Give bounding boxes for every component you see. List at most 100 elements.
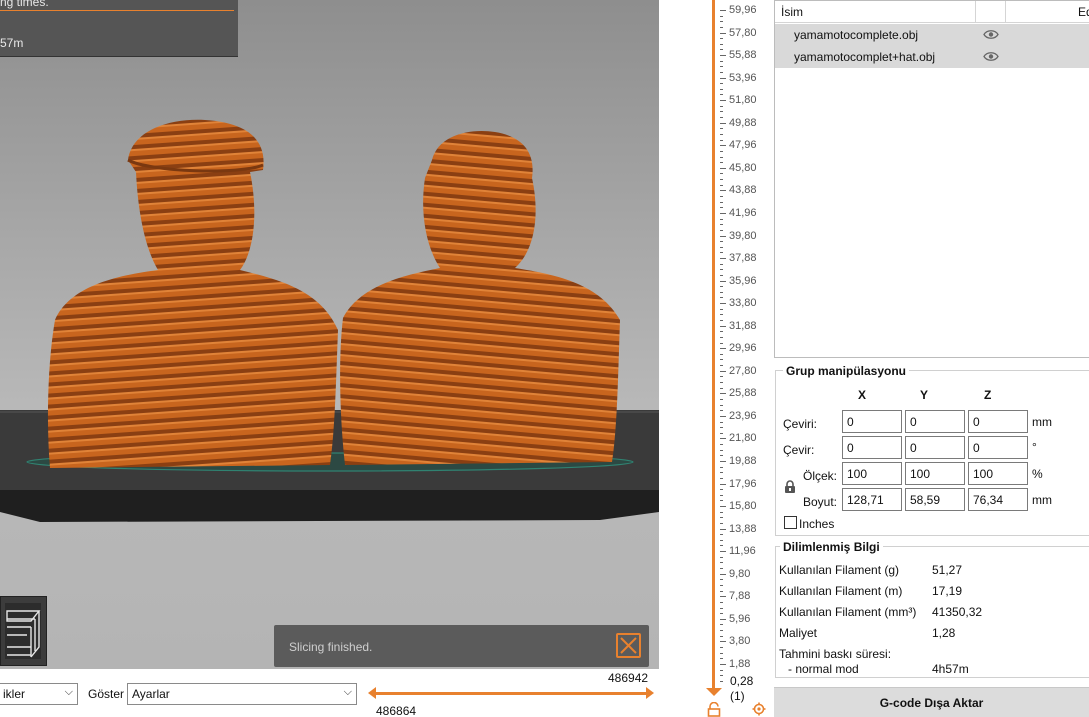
layer-tick-mark — [720, 551, 726, 553]
layer-tick-mark — [720, 167, 726, 169]
scale-y-input[interactable]: 100 — [905, 462, 965, 485]
object-row[interactable]: yamamotocomplet+hat.obj — [775, 46, 1089, 68]
layer-tick-label: 35,96 — [729, 274, 757, 287]
layer-minor-tick — [720, 500, 723, 502]
layer-tick-label: 59,96 — [729, 4, 757, 16]
rotate-label: Çevir: — [783, 443, 815, 457]
layer-tick-mark — [720, 348, 726, 350]
export-gcode-button[interactable]: G-code Dışa Aktar — [774, 687, 1089, 717]
layer-minor-tick — [720, 196, 723, 197]
layer-tick-mark — [720, 663, 726, 665]
layer-tick-mark — [720, 122, 726, 124]
print-bed-scene[interactable] — [0, 0, 659, 669]
layer-minor-tick — [720, 128, 723, 130]
column-name-header[interactable]: İsim — [781, 5, 803, 19]
filament-mm3-value: 41350,32 — [932, 605, 983, 619]
cog-icon[interactable] — [752, 702, 766, 716]
view-type-combo[interactable]: ikler ⌵ — [0, 683, 78, 705]
layer-minor-tick — [720, 647, 723, 648]
layer-minor-tick — [720, 539, 723, 541]
layer-minor-tick — [720, 376, 723, 378]
3d-viewport[interactable]: ng times. 57m Slicing finished. — [0, 0, 659, 669]
translate-unit: mm — [1032, 415, 1052, 429]
translate-z-input[interactable]: 0 — [968, 410, 1028, 433]
layer-minor-tick — [720, 410, 723, 412]
layer-minor-tick — [720, 534, 723, 536]
layer-minor-tick — [720, 150, 723, 152]
model-bust-with-hat — [47, 119, 338, 468]
lock-icon[interactable] — [784, 480, 796, 494]
layer-minor-tick — [720, 286, 723, 288]
layer-minor-tick — [720, 246, 723, 248]
layer-minor-tick — [720, 21, 723, 23]
lock-icon[interactable] — [707, 702, 721, 717]
layer-tick-mark — [720, 506, 726, 508]
cost-label: Maliyet — [779, 626, 818, 640]
layer-tick-mark — [720, 100, 726, 102]
layer-minor-tick — [720, 83, 723, 85]
layer-minor-tick — [720, 466, 723, 468]
show-combo[interactable]: Ayarlar ⌵ — [127, 683, 357, 705]
layer-minor-tick — [720, 562, 723, 564]
layer-minor-tick — [720, 624, 723, 626]
layer-minor-tick — [720, 556, 723, 558]
layer-minor-tick — [720, 94, 723, 96]
layer-minor-tick — [720, 117, 723, 118]
layer-tick-mark — [720, 77, 726, 79]
layer-slider-track — [712, 0, 715, 690]
notification-text: ng times. — [0, 0, 49, 9]
layer-minor-tick — [720, 342, 723, 344]
object-row[interactable]: yamamotocomplete.obj — [775, 24, 1089, 46]
range-end-value: 486942 — [608, 671, 649, 685]
layer-minor-tick — [720, 15, 723, 17]
layer-minor-tick — [720, 421, 723, 423]
layer-minor-tick — [720, 291, 723, 293]
layer-tick-label: 23,96 — [729, 409, 757, 422]
layer-minor-tick — [720, 319, 723, 321]
translate-x-input[interactable]: 0 — [842, 410, 902, 433]
layer-slider-handle[interactable] — [704, 686, 724, 698]
sliced-info-title: Dilimlenmiş Bilgi — [780, 540, 883, 554]
size-unit: mm — [1032, 493, 1052, 507]
rotate-z-input[interactable]: 0 — [968, 436, 1028, 459]
layer-tick-label: 27,80 — [729, 364, 757, 377]
rotate-x-input[interactable]: 0 — [842, 436, 902, 459]
filament-g-label: Kullanılan Filament (g) — [779, 563, 900, 577]
eye-icon[interactable] — [983, 29, 999, 40]
layer-minor-tick — [720, 207, 723, 209]
layer-minor-tick — [720, 297, 723, 299]
object-list[interactable]: İsim Ed yamamotocomplete.obj yamamotocom… — [774, 0, 1089, 358]
column-edit-header[interactable]: Ed — [1078, 5, 1089, 19]
layers-icon — [5, 603, 41, 659]
close-notification-button[interactable] — [616, 633, 641, 658]
layer-minor-tick — [720, 590, 723, 592]
sliced-info-panel: Dilimlenmiş Bilgi Kullanılan Filament (g… — [774, 540, 1089, 680]
layer-minor-tick — [720, 472, 723, 474]
size-y-input[interactable]: 58,59 — [905, 488, 965, 511]
horizontal-move-slider[interactable] — [368, 686, 654, 700]
layer-minor-tick — [720, 66, 723, 68]
notification-divider — [0, 10, 234, 11]
layer-minor-tick — [720, 545, 723, 547]
translate-y-input[interactable]: 0 — [905, 410, 965, 433]
inches-checkbox[interactable] — [784, 516, 797, 529]
layer-tick-mark — [720, 370, 726, 372]
eye-icon[interactable] — [983, 51, 999, 62]
layer-minor-tick — [720, 517, 723, 519]
layer-minor-tick — [720, 139, 723, 141]
layer-minor-tick — [720, 26, 723, 28]
close-icon — [620, 637, 637, 654]
show-label: Göster — [88, 687, 125, 701]
layer-minor-tick — [720, 201, 723, 203]
size-z-input[interactable]: 76,34 — [968, 488, 1028, 511]
scale-z-input[interactable]: 100 — [968, 462, 1028, 485]
layer-tick-label: 7,88 — [729, 590, 751, 603]
size-x-input[interactable]: 128,71 — [842, 488, 902, 511]
rotate-y-input[interactable]: 0 — [905, 436, 965, 459]
scale-x-input[interactable]: 100 — [842, 462, 902, 485]
layer-tick-label: 33,80 — [729, 297, 757, 310]
layer-tick-mark — [720, 528, 726, 530]
layers-view-button[interactable] — [0, 596, 47, 666]
layer-slider[interactable]: 59,96 57,80 55,88 53,96 51,80 49,88 47,96 45,80… — [700, 0, 774, 717]
model-bust — [340, 130, 620, 465]
